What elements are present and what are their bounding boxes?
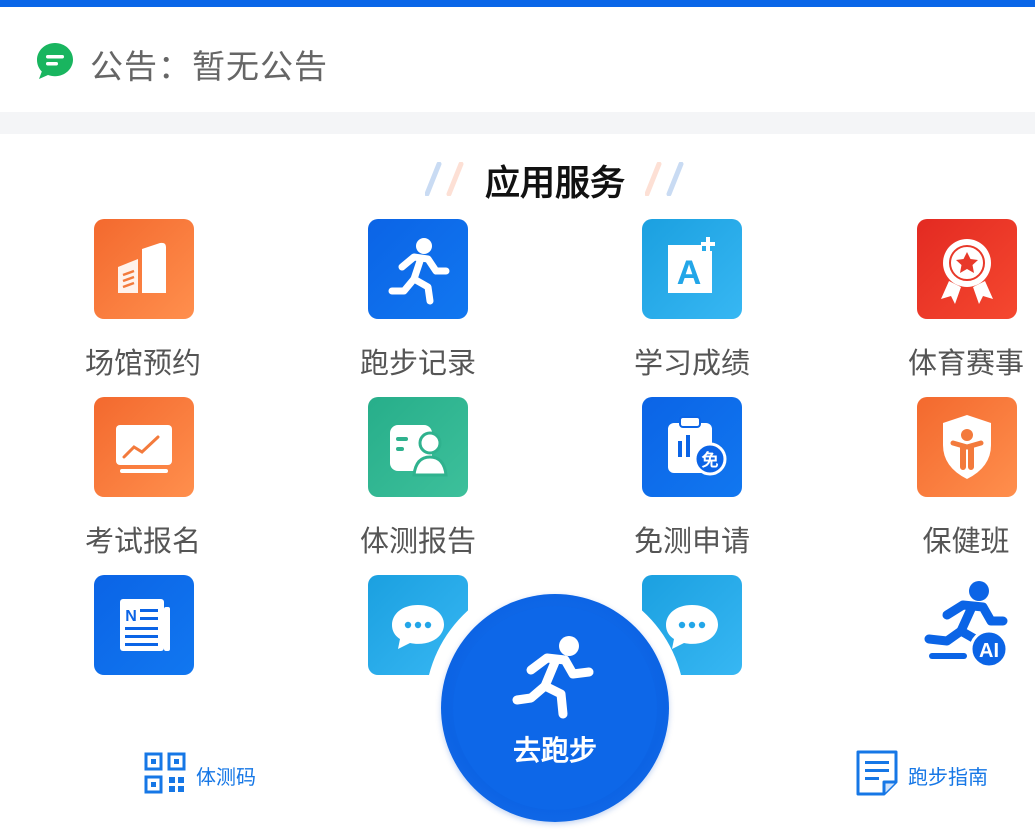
service-label: 场馆预约 <box>84 346 201 380</box>
service-label: 考试报名 <box>84 524 201 558</box>
service-label: 体育赛事 <box>907 346 1024 380</box>
svg-text:N: N <box>125 608 137 625</box>
service-news[interactable]: N <box>94 575 194 675</box>
venue-building-icon <box>118 242 166 293</box>
award-medal-icon <box>941 239 993 304</box>
news-icon: N <box>120 599 170 651</box>
slash-decoration-right <box>645 162 684 196</box>
service-label: 跑步记录 <box>359 346 476 380</box>
guide-document-icon[interactable] <box>856 750 898 796</box>
running-guide-link[interactable]: 跑步指南 <box>908 761 988 790</box>
service-study-grades[interactable]: A <box>642 219 742 319</box>
notice-text: 公告：暂无公告 <box>90 47 328 86</box>
exempt-clipboard-icon: 免 <box>668 416 727 476</box>
section-header: 应用服务 <box>0 150 1035 210</box>
service-label: 体测报告 <box>359 524 476 558</box>
report-person-icon <box>390 425 448 477</box>
service-label: 免测申请 <box>633 524 750 558</box>
service-ai-running[interactable]: AI <box>917 575 1017 675</box>
run-button-label: 去跑步 <box>512 734 597 767</box>
section-title: 应用服务 <box>484 164 625 204</box>
service-exemption-request[interactable]: 免 <box>642 397 742 497</box>
notice-bar[interactable]: 公告：暂无公告 <box>0 7 1035 112</box>
health-shield-icon <box>943 415 991 479</box>
service-fitness-report[interactable] <box>368 397 468 497</box>
qr-code-icon[interactable] <box>144 752 186 794</box>
svg-text:AI: AI <box>979 640 999 662</box>
ai-runner-icon: AI <box>924 581 1009 669</box>
trend-board-icon <box>116 425 172 473</box>
running-person-icon <box>388 238 450 305</box>
top-accent-bar <box>0 0 1035 7</box>
service-run-record[interactable] <box>368 219 468 319</box>
go-run-button[interactable]: 去跑步 <box>441 594 669 822</box>
fitness-code-link[interactable]: 体测码 <box>196 761 256 790</box>
svg-text:A: A <box>677 254 702 292</box>
svg-text:免: 免 <box>702 450 719 471</box>
section-divider <box>0 112 1035 134</box>
service-exam-registration[interactable] <box>94 397 194 497</box>
message-icon <box>35 41 75 81</box>
service-sports-events[interactable] <box>917 219 1017 319</box>
service-venue-booking[interactable] <box>94 219 194 319</box>
service-label: 学习成绩 <box>633 346 750 380</box>
service-health-class[interactable] <box>917 397 1017 497</box>
running-person-icon <box>512 636 594 719</box>
service-label: 保健班 <box>922 524 1010 558</box>
grade-a-plus-icon: A <box>668 237 715 293</box>
